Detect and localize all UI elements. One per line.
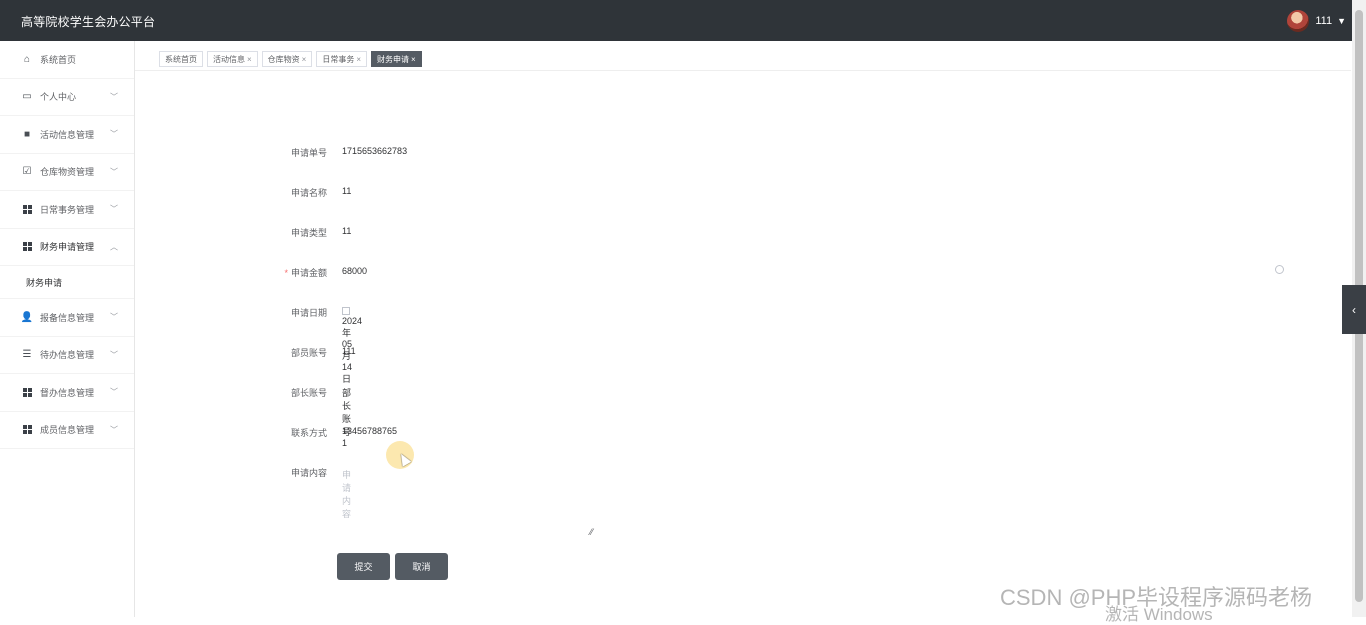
tabs-divider — [135, 70, 1351, 71]
tab-daily[interactable]: 日常事务 × — [316, 51, 368, 67]
sidebar-item-activity[interactable]: ■ 活动信息管理 ﹀ — [0, 116, 134, 154]
sidebar-item-supervise[interactable]: 督办信息管理 ﹀ — [0, 374, 134, 412]
chevron-down-icon: ﹀ — [110, 204, 118, 214]
sidebar-item-todo[interactable]: ☰ 待办信息管理 ﹀ — [0, 337, 134, 374]
app-title: 高等院校学生会办公平台 — [21, 15, 156, 29]
sidebar-item-daily[interactable]: 日常事务管理 ﹀ — [0, 191, 134, 229]
field-id-input[interactable]: 1715653662783 — [342, 146, 407, 156]
checkbox-icon: ☑ — [22, 166, 32, 178]
field-label-member: 部员账号 — [290, 348, 327, 358]
cancel-button[interactable]: 取消 — [395, 553, 448, 580]
sidebar-item-members[interactable]: 成员信息管理 ﹀ — [0, 412, 134, 449]
field-contact-input[interactable]: 13456788765 — [342, 426, 397, 436]
field-minister-input[interactable]: 部长账号1 — [342, 386, 351, 448]
sidebar-item-report[interactable]: 👤 报备信息管理 ﹀ — [0, 299, 134, 337]
field-label-contact: 联系方式 — [290, 428, 327, 438]
grid-icon — [21, 203, 33, 215]
field-type-input[interactable]: 11 — [342, 226, 351, 236]
field-label-name: 申请名称 — [290, 188, 327, 198]
field-label-content: 申请内容 — [290, 468, 327, 478]
tab-activity[interactable]: 活动信息 × — [207, 51, 258, 67]
chevron-down-icon: ﹀ — [110, 425, 118, 435]
sidebar-item-label: 日常事务管理 — [40, 204, 95, 215]
tab-home[interactable]: 系统首页 — [159, 51, 203, 67]
sidebar: ⌂ 系统首页 ▭ 个人中心 ﹀ ■ 活动信息管理 ﹀ ☑ 仓库物资管理 ﹀ 日常… — [0, 41, 135, 617]
field-label-type: 申请类型 — [290, 228, 327, 238]
tab-finance[interactable]: 财务申请 × — [371, 51, 422, 67]
chevron-down-icon: ﹀ — [110, 350, 118, 360]
required-mark: * — [284, 268, 288, 278]
sidebar-item-warehouse[interactable]: ☑ 仓库物资管理 ﹀ — [0, 154, 134, 191]
list-icon: ☰ — [22, 349, 32, 361]
calendar-icon — [342, 307, 350, 315]
sidebar-item-finance[interactable]: 财务申请管理 ︿ — [0, 229, 134, 266]
submit-button[interactable]: 提交 — [337, 553, 390, 580]
tabs-bar: 系统首页 活动信息 × 仓库物资 × 日常事务 × 财务申请 × — [159, 51, 422, 67]
grid-icon — [21, 386, 33, 398]
profile-icon: ▭ — [22, 91, 32, 103]
submenu-finance-apply[interactable]: 财务申请 — [0, 266, 134, 299]
sidebar-item-label: 系统首页 — [40, 54, 77, 65]
home-icon: ⌂ — [23, 53, 31, 65]
field-content-textarea[interactable]: 申请内容 — [342, 468, 351, 520]
close-icon[interactable]: × — [302, 55, 307, 64]
username[interactable]: 111 — [1315, 15, 1332, 27]
top-header: 高等院校学生会办公平台 111 ▼ — [0, 0, 1366, 41]
sidebar-item-label: 仓库物资管理 — [40, 167, 95, 178]
chevron-down-icon: ﹀ — [110, 167, 118, 177]
grid-icon — [21, 424, 33, 436]
briefcase-icon: ■ — [23, 128, 31, 140]
field-label-minister: 部长账号 — [290, 388, 327, 398]
tab-warehouse[interactable]: 仓库物资 × — [261, 51, 313, 67]
sidebar-item-profile[interactable]: ▭ 个人中心 ﹀ — [0, 79, 134, 116]
sidebar-item-label: 财务申请管理 — [40, 242, 95, 253]
sidebar-item-label: 报备信息管理 — [40, 312, 95, 323]
user-menu[interactable]: 111 ▼ — [1287, 10, 1346, 32]
sidebar-item-home[interactable]: ⌂ 系统首页 — [0, 41, 134, 79]
field-amount-input[interactable]: 68000 — [342, 266, 367, 276]
caret-down-icon[interactable]: ▼ — [1337, 16, 1346, 26]
windows-activation-text: 激活 Windows — [1105, 605, 1213, 624]
user-icon: 👤 — [20, 311, 34, 323]
chevron-up-icon: ︿ — [110, 242, 118, 252]
close-icon[interactable]: × — [247, 55, 252, 64]
sidebar-item-label: 个人中心 — [40, 92, 77, 103]
clear-icon[interactable] — [1275, 265, 1284, 274]
chevron-down-icon: ﹀ — [110, 387, 118, 397]
field-member-input[interactable]: 111 — [342, 346, 356, 356]
avatar[interactable] — [1287, 10, 1310, 32]
chevron-left-icon[interactable]: ‹ — [1342, 285, 1366, 334]
field-label-date: 申请日期 — [290, 308, 327, 318]
sidebar-item-label: 活动信息管理 — [40, 129, 95, 140]
chevron-down-icon: ﹀ — [110, 92, 118, 102]
sidebar-item-label: 待办信息管理 — [40, 350, 95, 361]
sidebar-item-label: 成员信息管理 — [40, 425, 95, 436]
grid-icon — [21, 241, 33, 253]
close-icon[interactable]: × — [411, 55, 416, 64]
chevron-down-icon: ﹀ — [110, 312, 118, 322]
sidebar-item-label: 督办信息管理 — [40, 387, 95, 398]
close-icon[interactable]: × — [356, 55, 361, 64]
field-label-id: 申请单号 — [290, 148, 327, 158]
field-label-amount: * 申请金额 — [284, 268, 327, 278]
field-name-input[interactable]: 11 — [342, 186, 351, 196]
chevron-down-icon: ﹀ — [110, 129, 118, 139]
resize-handle-icon[interactable]: ⁄⁄ — [590, 527, 593, 537]
